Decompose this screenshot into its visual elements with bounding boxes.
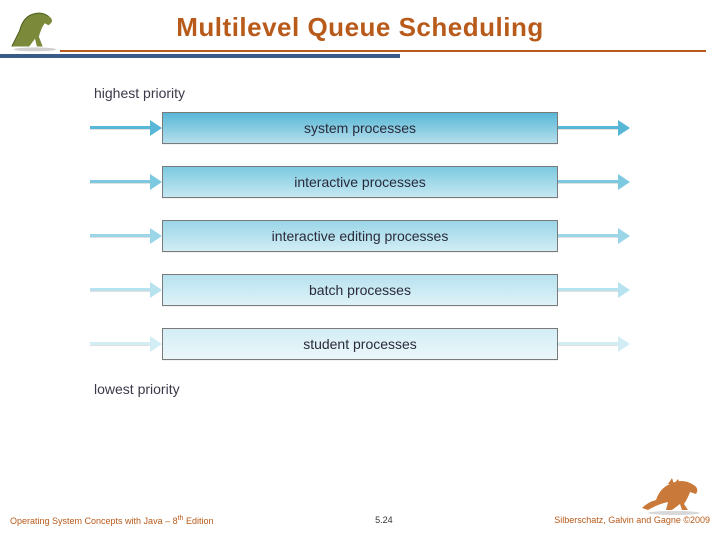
arrow-in-icon: [90, 229, 162, 243]
arrow-out-icon: [558, 121, 630, 135]
queue-label: interactive editing processes: [272, 228, 449, 244]
queue-row: system processes: [90, 111, 630, 145]
queue-box: interactive processes: [162, 166, 558, 198]
queue-label: student processes: [303, 336, 417, 352]
footer-right: Silberschatz, Galvin and Gagne ©2009: [554, 515, 710, 525]
queue-row: student processes: [90, 327, 630, 361]
priority-label-bottom: lowest priority: [94, 381, 630, 397]
queue-box: system processes: [162, 112, 558, 144]
dinosaur-icon: [6, 2, 64, 52]
arrow-out-icon: [558, 175, 630, 189]
arrow-in-icon: [90, 283, 162, 297]
arrow-in-icon: [90, 175, 162, 189]
arrow-in-icon: [90, 121, 162, 135]
slide-header: Multilevel Queue Scheduling: [0, 0, 720, 60]
queue-label: interactive processes: [294, 174, 426, 190]
queue-box: interactive editing processes: [162, 220, 558, 252]
queue-row: interactive editing processes: [90, 219, 630, 253]
slide-title: Multilevel Queue Scheduling: [0, 0, 720, 43]
queue-label: system processes: [304, 120, 416, 136]
slide-footer: Operating System Concepts with Java – 8t…: [0, 506, 720, 534]
header-rules: [0, 50, 720, 58]
arrow-in-icon: [90, 337, 162, 351]
queue-label: batch processes: [309, 282, 411, 298]
queue-diagram: highest priority system processes intera…: [90, 85, 630, 397]
footer-left: Operating System Concepts with Java – 8t…: [10, 515, 213, 526]
slide-number: 5.24: [213, 515, 554, 525]
arrow-out-icon: [558, 337, 630, 351]
arrow-out-icon: [558, 283, 630, 297]
queue-box: student processes: [162, 328, 558, 360]
queue-row: batch processes: [90, 273, 630, 307]
queue-row: interactive processes: [90, 165, 630, 199]
arrow-out-icon: [558, 229, 630, 243]
queue-box: batch processes: [162, 274, 558, 306]
priority-label-top: highest priority: [94, 85, 630, 101]
